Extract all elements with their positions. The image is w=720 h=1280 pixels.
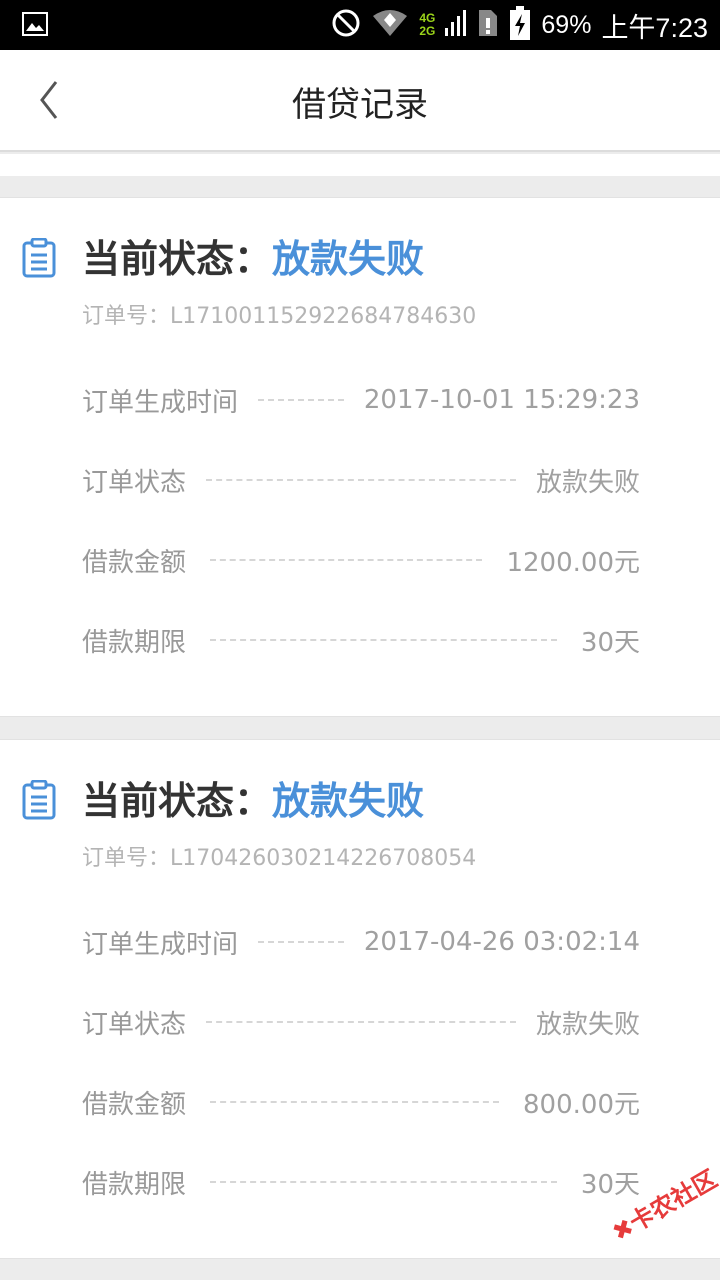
row-label: 订单生成时间 <box>82 929 239 960</box>
sim-alert-icon <box>477 8 499 42</box>
dashed-separator <box>206 479 516 481</box>
order-number: 订单号：L171001152922684784630 <box>82 304 477 329</box>
loan-record-card[interactable]: 当前状态：放款失败 订单号：L171001152922684784630 订单生… <box>0 197 720 717</box>
do-not-disturb-icon <box>331 8 361 42</box>
dashed-separator <box>210 1101 500 1103</box>
detail-row-order-status: 订单状态 放款失败 <box>82 460 640 500</box>
dashed-separator <box>258 941 344 943</box>
signal-icon <box>445 8 467 42</box>
row-value: 30天 <box>580 1169 640 1200</box>
status-bar: 4G 2G 69% 上午7:23 <box>0 0 720 50</box>
row-value: 放款失败 <box>535 467 640 498</box>
row-label: 借款金额 <box>82 547 187 578</box>
detail-row-order-status: 订单状态 放款失败 <box>82 1002 640 1042</box>
battery-charging-icon <box>509 6 531 44</box>
clock: 上午7:23 <box>601 12 708 43</box>
list-top-divider <box>0 154 720 176</box>
state-value: 放款失败 <box>272 779 425 823</box>
detail-row-loan-amount: 借款金额 1200.00元 <box>82 540 640 580</box>
row-label: 订单状态 <box>82 1009 187 1040</box>
row-value: 2017-04-26 03:02:14 <box>363 927 640 957</box>
loan-record-card[interactable]: 当前状态：放款失败 订单号：L170426030214226708054 订单生… <box>0 739 720 1259</box>
detail-row-loan-term: 借款期限 30天 <box>82 620 640 660</box>
detail-row-loan-term: 借款期限 30天 <box>82 1162 640 1202</box>
gallery-notification-icon <box>22 12 48 40</box>
clipboard-icon <box>22 779 56 820</box>
dashed-separator <box>258 399 344 401</box>
nav-bar: 借贷记录 <box>0 50 720 152</box>
page-title: 借贷记录 <box>292 85 428 125</box>
row-value: 放款失败 <box>535 1009 640 1040</box>
row-label: 借款期限 <box>82 1169 187 1200</box>
row-label: 借款金额 <box>82 1089 187 1120</box>
row-label: 订单生成时间 <box>82 387 239 418</box>
dashed-separator <box>210 639 557 641</box>
status-icons: 4G 2G 69% 上午7:23 <box>331 0 708 50</box>
dashed-separator <box>210 1181 557 1183</box>
current-state: 当前状态：放款失败 <box>82 228 424 283</box>
wifi-icon <box>371 8 409 42</box>
row-label: 借款期限 <box>82 627 187 658</box>
dashed-separator <box>206 1021 516 1023</box>
network-type-label: 4G 2G <box>419 11 436 38</box>
row-value: 30天 <box>580 627 640 658</box>
state-value: 放款失败 <box>272 237 425 281</box>
detail-row-loan-amount: 借款金额 800.00元 <box>82 1082 640 1122</box>
row-label: 订单状态 <box>82 467 187 498</box>
battery-percent: 69% <box>541 10 592 39</box>
state-label: 当前状态： <box>82 237 273 281</box>
current-state: 当前状态：放款失败 <box>82 770 424 825</box>
state-label: 当前状态： <box>82 779 273 823</box>
order-number: 订单号：L170426030214226708054 <box>82 846 477 871</box>
detail-row-created-time: 订单生成时间 2017-10-01 15:29:23 <box>82 380 640 420</box>
detail-row-created-time: 订单生成时间 2017-04-26 03:02:14 <box>82 922 640 962</box>
row-value: 2017-10-01 15:29:23 <box>363 385 640 415</box>
row-value: 1200.00元 <box>506 547 640 578</box>
row-value: 800.00元 <box>523 1089 640 1120</box>
clipboard-icon <box>22 237 56 278</box>
dashed-separator <box>210 559 483 561</box>
